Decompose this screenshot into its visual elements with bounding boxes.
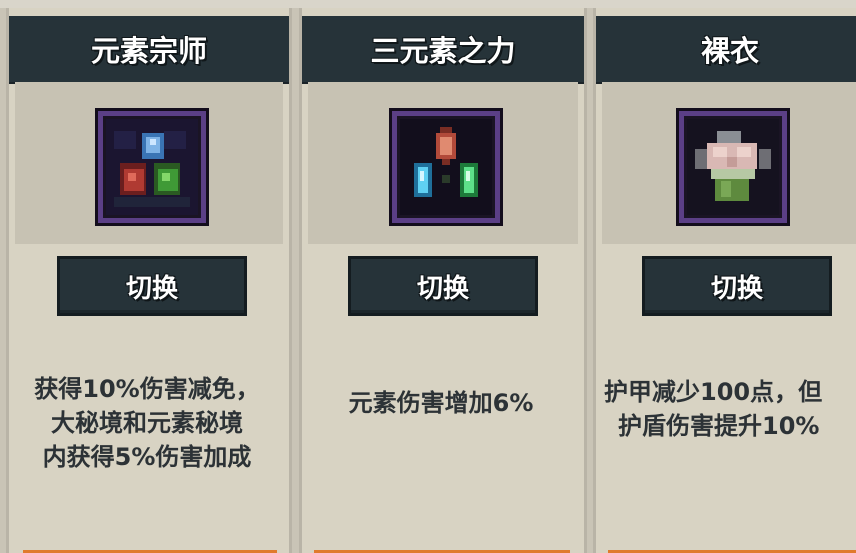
talent-card-1: 元素宗师 切换 获得10%伤害减免， 大秘境和元素秘境 内获得5%伤害加成	[6, 8, 292, 553]
card-title: 元素宗师	[90, 34, 207, 68]
top-band	[0, 0, 856, 8]
card-title: 三元素之力	[370, 34, 516, 68]
icon-panel	[602, 82, 856, 244]
talent-card-3: 裸衣 切换 护甲减少100点，但 护盾伤害提升10%	[593, 8, 856, 553]
switch-button-label: 切换	[125, 273, 178, 304]
card-header: 元素宗师	[9, 16, 289, 84]
icon-panel	[15, 82, 283, 244]
card-header: 三元素之力	[302, 16, 584, 84]
switch-button[interactable]: 切换	[348, 256, 538, 316]
card-title: 裸衣	[700, 34, 759, 68]
description-line: 元素伤害增加6%	[348, 389, 534, 417]
switch-button-label: 切换	[416, 273, 469, 304]
card-description: 元素伤害增加6%	[302, 308, 584, 498]
description-line: 获得10%伤害减免，	[34, 375, 260, 403]
switch-button[interactable]: 切换	[57, 256, 247, 316]
icon-panel	[308, 82, 578, 244]
switch-button[interactable]: 切换	[642, 256, 832, 316]
switch-button-label: 切换	[710, 273, 763, 304]
bare-torso-icon	[676, 108, 790, 226]
elemental-gems-icon	[95, 108, 209, 226]
card-description: 获得10%伤害减免， 大秘境和元素秘境 内获得5%伤害加成	[9, 328, 289, 518]
talent-card-2: 三元素之力 切换 元素伤害增加6%	[299, 8, 587, 553]
card-header: 裸衣	[596, 16, 856, 84]
description-line: 大秘境和元素秘境	[51, 409, 243, 437]
description-line: 护盾伤害提升10%	[618, 412, 820, 440]
description-line: 护甲减少100点，但	[604, 378, 823, 406]
three-crystals-icon	[389, 108, 503, 226]
description-line: 内获得5%伤害加成	[42, 443, 252, 471]
card-description: 护甲减少100点，但 护盾伤害提升10%	[604, 314, 856, 504]
